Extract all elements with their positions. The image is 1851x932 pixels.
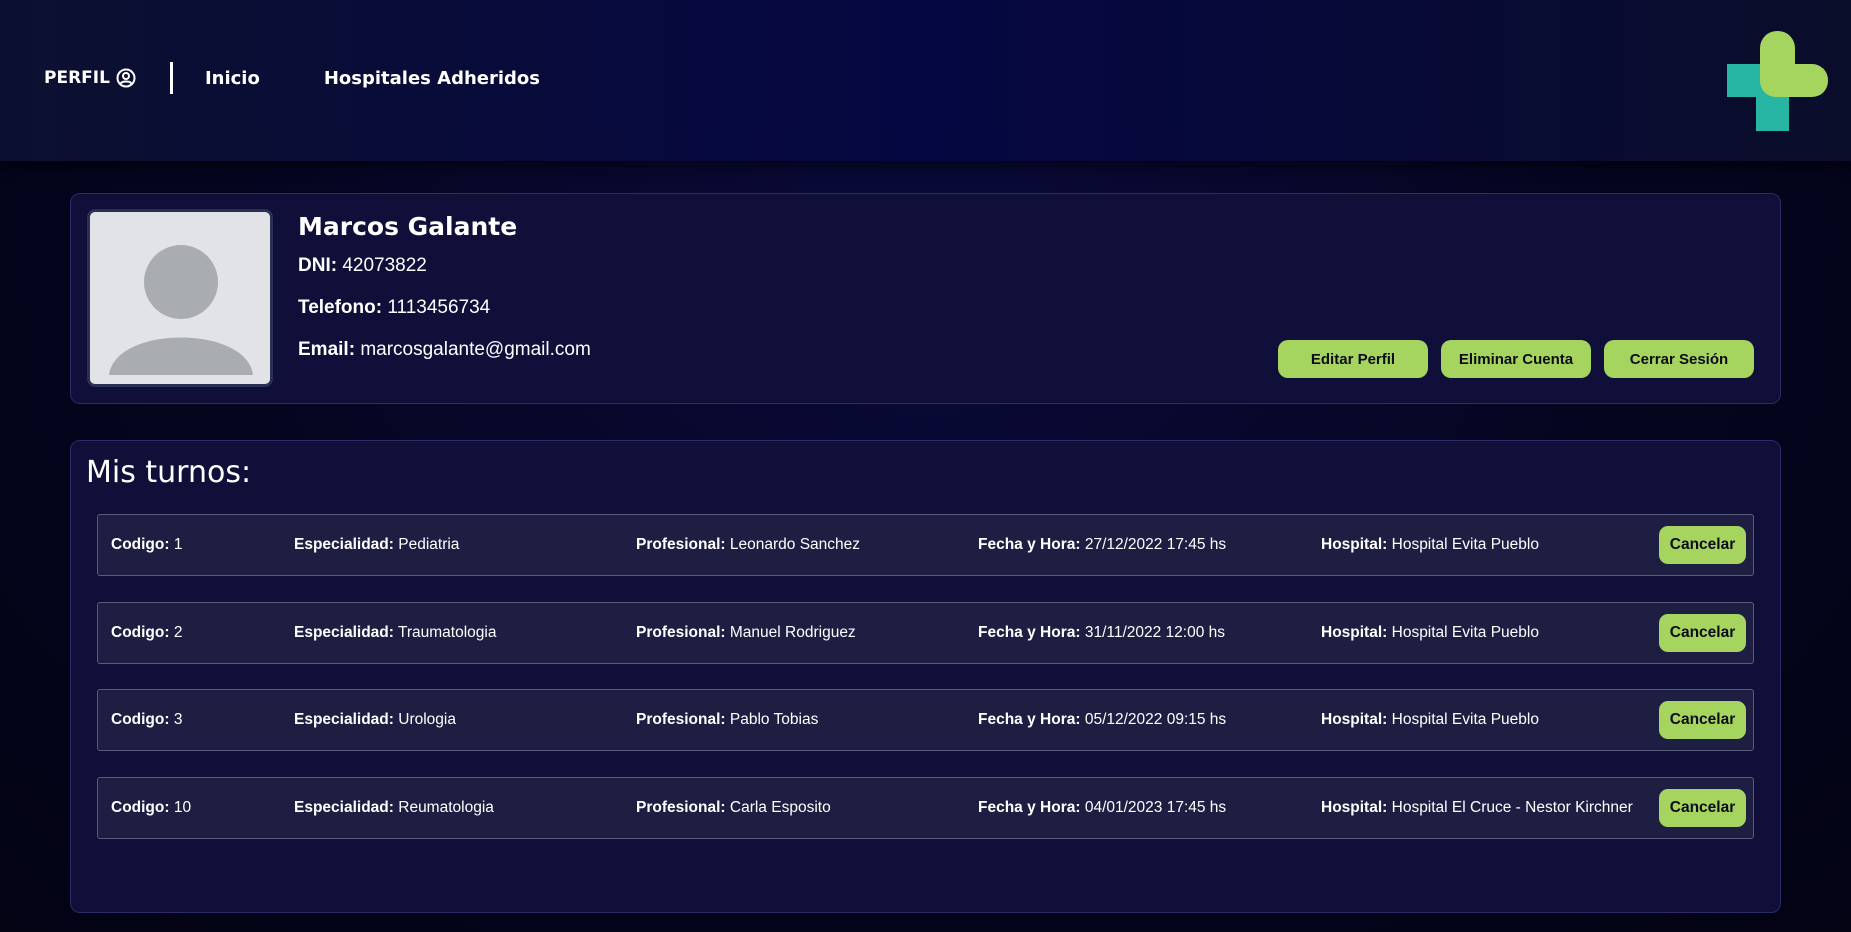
- turno-codigo: Codigo: 2: [111, 624, 182, 642]
- medical-cross-logo: [1727, 31, 1828, 131]
- profile-name: Marcos Galante: [298, 212, 518, 241]
- hospital-value: Hospital Evita Pueblo: [1391, 624, 1539, 641]
- especialidad-label: Especialidad:: [294, 624, 394, 641]
- email-value: marcosgalante@gmail.com: [360, 339, 591, 360]
- turnos-title: Mis turnos:: [86, 455, 252, 490]
- codigo-value: 1: [173, 536, 183, 553]
- nav-perfil[interactable]: PERFIL: [44, 68, 136, 88]
- hospital-label: Hospital:: [1321, 536, 1388, 553]
- dni-value: 42073822: [342, 255, 427, 276]
- profesional-value: Manuel Rodriguez: [729, 624, 856, 641]
- profesional-value: Carla Esposito: [729, 799, 831, 816]
- fecha-value: 04/01/2023 17:45 hs: [1084, 799, 1227, 816]
- codigo-label: Codigo:: [111, 711, 170, 728]
- email-label: Email:: [298, 339, 356, 360]
- fecha-label: Fecha y Hora:: [978, 711, 1081, 728]
- cancel-turno-button[interactable]: Cancelar: [1659, 526, 1746, 564]
- profile-dni: DNI: 42073822: [298, 255, 591, 277]
- profile-card: Marcos Galante DNI: 42073822 Telefono: 1…: [70, 193, 1781, 404]
- turno-hospital: Hospital: Hospital El Cruce - Nestor Kir…: [1321, 799, 1633, 817]
- cancel-turno-button[interactable]: Cancelar: [1659, 789, 1746, 827]
- codigo-value: 3: [173, 711, 183, 728]
- turno-profesional: Profesional: Leonardo Sanchez: [636, 536, 860, 554]
- turno-row: Codigo: 1 Especialidad: Pediatria Profes…: [97, 514, 1754, 576]
- turno-fecha: Fecha y Hora: 05/12/2022 09:15 hs: [978, 711, 1226, 729]
- turno-fecha: Fecha y Hora: 31/11/2022 12:00 hs: [978, 624, 1225, 642]
- profesional-value: Leonardo Sanchez: [729, 536, 861, 553]
- profesional-label: Profesional:: [636, 536, 726, 553]
- hospital-value: Hospital Evita Pueblo: [1391, 711, 1539, 728]
- hospital-label: Hospital:: [1321, 711, 1388, 728]
- codigo-value: 2: [173, 624, 183, 641]
- turno-profesional: Profesional: Manuel Rodriguez: [636, 624, 856, 642]
- top-navbar: PERFIL Inicio Hospitales Adheridos: [0, 0, 1851, 161]
- nav-divider: [169, 62, 173, 94]
- fecha-label: Fecha y Hora:: [978, 624, 1081, 641]
- avatar-placeholder-icon: [109, 245, 253, 375]
- fecha-value: 31/11/2022 12:00 hs: [1084, 624, 1226, 641]
- logout-button[interactable]: Cerrar Sesión: [1604, 340, 1754, 378]
- hospital-label: Hospital:: [1321, 799, 1388, 816]
- telefono-value: 1113456734: [387, 297, 491, 318]
- nav-perfil-label: PERFIL: [44, 68, 110, 88]
- delete-account-button[interactable]: Eliminar Cuenta: [1441, 340, 1591, 378]
- hospital-label: Hospital:: [1321, 624, 1388, 641]
- turno-hospital: Hospital: Hospital Evita Pueblo: [1321, 624, 1539, 642]
- codigo-label: Codigo:: [111, 536, 170, 553]
- fecha-label: Fecha y Hora:: [978, 536, 1081, 553]
- especialidad-label: Especialidad:: [294, 799, 394, 816]
- profesional-label: Profesional:: [636, 624, 726, 641]
- especialidad-value: Reumatologia: [398, 799, 494, 816]
- turno-especialidad: Especialidad: Pediatria: [294, 536, 459, 554]
- turno-hospital: Hospital: Hospital Evita Pueblo: [1321, 711, 1539, 729]
- turno-row: Codigo: 2 Especialidad: Traumatologia Pr…: [97, 602, 1754, 664]
- turnos-card: Mis turnos: Codigo: 1 Especialidad: Pedi…: [70, 440, 1781, 913]
- turno-especialidad: Especialidad: Traumatologia: [294, 624, 496, 642]
- turno-especialidad: Especialidad: Urologia: [294, 711, 456, 729]
- turno-row: Codigo: 3 Especialidad: Urologia Profesi…: [97, 689, 1754, 751]
- profesional-label: Profesional:: [636, 711, 726, 728]
- fecha-label: Fecha y Hora:: [978, 799, 1081, 816]
- codigo-label: Codigo:: [111, 799, 170, 816]
- hospital-value: Hospital Evita Pueblo: [1391, 536, 1539, 553]
- profile-telefono: Telefono: 1113456734: [298, 297, 591, 319]
- avatar: [87, 209, 273, 387]
- dni-label: DNI:: [298, 255, 338, 276]
- codigo-value: 10: [173, 799, 192, 816]
- turno-codigo: Codigo: 1: [111, 536, 182, 554]
- telefono-label: Telefono:: [298, 297, 383, 318]
- especialidad-value: Urologia: [398, 711, 456, 728]
- fecha-value: 05/12/2022 09:15 hs: [1084, 711, 1227, 728]
- main-nav: PERFIL Inicio Hospitales Adheridos: [44, 62, 604, 94]
- user-circle-icon: [116, 68, 136, 88]
- especialidad-label: Especialidad:: [294, 536, 394, 553]
- especialidad-label: Especialidad:: [294, 711, 394, 728]
- turno-codigo: Codigo: 10: [111, 799, 191, 817]
- turno-profesional: Profesional: Carla Esposito: [636, 799, 831, 817]
- profile-info: Marcos Galante DNI: 42073822 Telefono: 1…: [298, 212, 591, 381]
- codigo-label: Codigo:: [111, 624, 170, 641]
- edit-profile-button[interactable]: Editar Perfil: [1278, 340, 1428, 378]
- profesional-label: Profesional:: [636, 799, 726, 816]
- profile-email: Email: marcosgalante@gmail.com: [298, 339, 591, 361]
- fecha-value: 27/12/2022 17:45 hs: [1084, 536, 1227, 553]
- profile-actions: Editar Perfil Eliminar Cuenta Cerrar Ses…: [1278, 340, 1754, 378]
- turno-profesional: Profesional: Pablo Tobias: [636, 711, 818, 729]
- hospital-value: Hospital El Cruce - Nestor Kirchner: [1391, 799, 1633, 816]
- nav-link-hospitales[interactable]: Hospitales Adheridos: [324, 68, 540, 89]
- turno-codigo: Codigo: 3: [111, 711, 182, 729]
- nav-link-inicio[interactable]: Inicio: [205, 68, 260, 89]
- turno-especialidad: Especialidad: Reumatologia: [294, 799, 494, 817]
- turno-fecha: Fecha y Hora: 04/01/2023 17:45 hs: [978, 799, 1226, 817]
- turno-fecha: Fecha y Hora: 27/12/2022 17:45 hs: [978, 536, 1226, 554]
- especialidad-value: Traumatologia: [397, 624, 497, 641]
- cancel-turno-button[interactable]: Cancelar: [1659, 614, 1746, 652]
- turno-row: Codigo: 10 Especialidad: Reumatologia Pr…: [97, 777, 1754, 839]
- turno-hospital: Hospital: Hospital Evita Pueblo: [1321, 536, 1539, 554]
- profesional-value: Pablo Tobias: [729, 711, 819, 728]
- especialidad-value: Pediatria: [398, 536, 460, 553]
- cancel-turno-button[interactable]: Cancelar: [1659, 701, 1746, 739]
